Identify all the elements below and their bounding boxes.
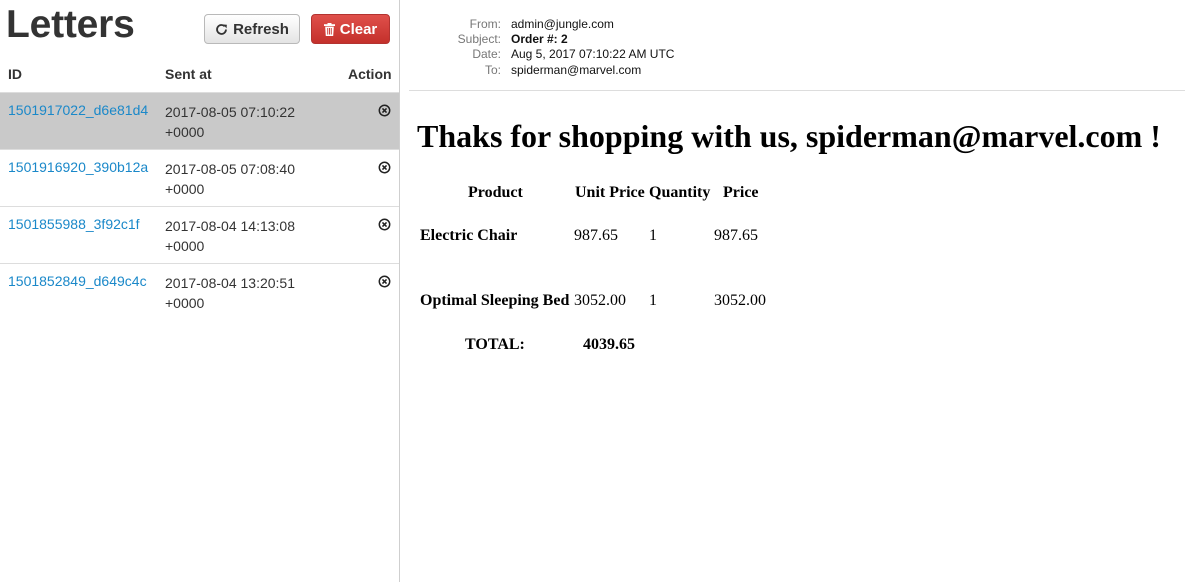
th-unit-price: Unit Price: [575, 184, 645, 201]
letter-row[interactable]: 1501917022_d6e81d4 2017-08-05 07:10:22 +…: [0, 92, 399, 149]
letter-id-link[interactable]: 1501852849_d649c4c: [8, 273, 147, 289]
refresh-icon: [216, 23, 227, 35]
from-value: admin@jungle.com: [511, 17, 614, 31]
th-product: Product: [468, 184, 523, 201]
item-price: 987.65: [714, 227, 758, 244]
item-quantity: 1: [649, 292, 657, 309]
letter-timezone: +0000: [165, 238, 205, 254]
letter-date: 2017-08-04 13:20:51: [165, 275, 295, 291]
clear-button[interactable]: Clear: [311, 14, 390, 44]
letter-date: 2017-08-04 14:13:08: [165, 218, 295, 234]
trash-icon: [323, 22, 335, 36]
from-label: From:: [469, 17, 501, 31]
date-label: Date:: [472, 47, 501, 61]
message-heading: Thaks for shopping with us, spiderman@ma…: [417, 118, 1161, 154]
to-label: To:: [484, 63, 501, 77]
column-header-id: ID: [8, 66, 22, 82]
to-value: spiderman@marvel.com: [511, 63, 642, 77]
letter-sent-at: 2017-08-04 14:13:08 +0000: [165, 216, 295, 256]
letter-date: 2017-08-05 07:10:22: [165, 104, 295, 120]
refresh-button-label: Refresh: [233, 20, 289, 38]
letter-row[interactable]: 1501855988_3f92c1f 2017-08-04 14:13:08 +…: [0, 206, 399, 263]
item-product: Electric Chair: [420, 227, 518, 244]
letter-date: 2017-08-05 07:08:40: [165, 161, 295, 177]
item-quantity: 1: [649, 227, 657, 244]
refresh-button[interactable]: Refresh: [204, 14, 300, 44]
message-body: Thaks for shopping with us, spiderman@ma…: [417, 118, 1161, 155]
item-unit-price: 3052.00: [574, 292, 626, 309]
clear-button-label: Clear: [339, 20, 378, 38]
letter-sent-at: 2017-08-04 13:20:51 +0000: [165, 273, 295, 313]
th-price: Price: [723, 184, 759, 201]
letter-row[interactable]: 1501852849_d649c4c 2017-08-04 13:20:51 +…: [0, 263, 399, 320]
th-quantity: Quantity: [649, 184, 711, 201]
subject-value: Order #: 2: [511, 32, 568, 46]
letter-id-link[interactable]: 1501855988_3f92c1f: [8, 216, 140, 232]
item-product: Optimal Sleeping Bed: [420, 292, 570, 309]
page-title: Letters: [6, 3, 135, 46]
letter-timezone: +0000: [165, 181, 205, 197]
letter-sent-at: 2017-08-05 07:10:22 +0000: [165, 102, 295, 142]
column-header-action: Action: [348, 66, 392, 82]
delete-letter-icon[interactable]: [378, 275, 391, 288]
delete-letter-icon[interactable]: [378, 104, 391, 117]
letters-pane: Letters Refresh Clear ID Sent at Action …: [0, 0, 400, 582]
item-price: 3052.00: [714, 292, 766, 309]
letter-sent-at: 2017-08-05 07:08:40 +0000: [165, 159, 295, 199]
letter-timezone: +0000: [165, 124, 205, 140]
letter-id-link[interactable]: 1501917022_d6e81d4: [8, 102, 148, 118]
subject-label: Subject:: [457, 32, 501, 46]
item-unit-price: 987.65: [574, 227, 618, 244]
total-value: 4039.65: [583, 336, 635, 353]
total-label: TOTAL:: [465, 336, 525, 353]
message-pane: From: admin@jungle.com Subject: Order #:…: [401, 0, 1185, 582]
letter-row[interactable]: 1501916920_390b12a 2017-08-05 07:08:40 +…: [0, 149, 399, 206]
delete-letter-icon[interactable]: [378, 161, 391, 174]
letter-timezone: +0000: [165, 295, 205, 311]
letter-id-link[interactable]: 1501916920_390b12a: [8, 159, 148, 175]
date-value: Aug 5, 2017 07:10:22 AM UTC: [511, 47, 675, 61]
header-divider: [409, 90, 1185, 91]
column-header-sent-at: Sent at: [165, 66, 212, 82]
delete-letter-icon[interactable]: [378, 218, 391, 231]
